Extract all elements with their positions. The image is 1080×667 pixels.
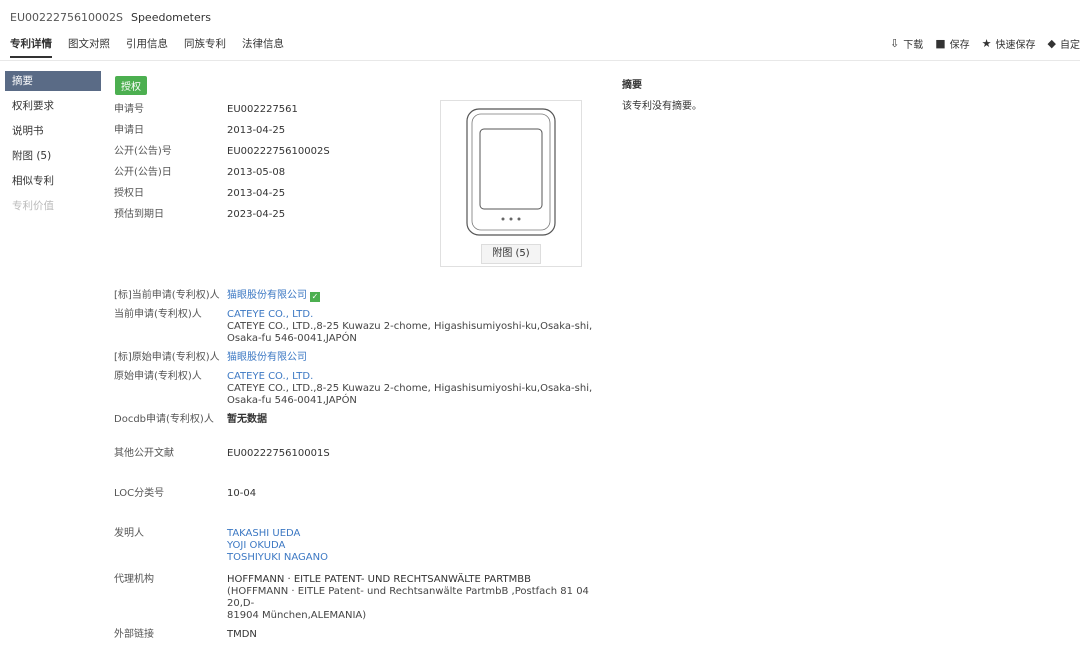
current-applicant-address: CATEYE CO., LTD.,8-25 Kuwazu 2-chome, Hi… — [227, 321, 593, 332]
abstract-text: 该专利没有摘要。 — [622, 101, 702, 112]
docdb-applicant-row: Docdb申请(专利权)人 暂无数据 — [114, 414, 594, 426]
field-label: 申请日 — [114, 125, 144, 136]
sidebar-item-similar-patents[interactable]: 相似专利 — [5, 171, 101, 196]
std-current-applicant-row: [标]当前申请(专利权)人 猫眼股份有限公司 ✓ — [114, 290, 594, 302]
field-value: 2013-05-08 — [227, 167, 286, 178]
external-link[interactable]: TMDN — [227, 629, 257, 641]
other-publication-row: 其他公开文献 EU0022275610001S — [114, 448, 594, 460]
figures-button[interactable]: 附图 (5) — [481, 244, 541, 264]
field-label: 申请号 — [114, 104, 144, 115]
page-title: EU0022275610002S Speedometers — [10, 11, 211, 24]
field-label: Docdb申请(专利权)人 — [114, 414, 214, 425]
original-applicant-link[interactable]: CATEYE CO., LTD. — [227, 371, 592, 383]
parties-section: [标]当前申请(专利权)人 猫眼股份有限公司 ✓ 当前申请(专利权)人 CATEY… — [114, 290, 594, 648]
field-label: 公开(公告)日 — [114, 167, 172, 178]
field-value: 2023-04-25 — [227, 209, 286, 220]
original-applicant-address: Osaka-fu 546-0041,JAPÓN — [227, 395, 357, 406]
agency-row: 代理机构 HOFFMANN · EITLE PATENT- UND RECHTS… — [114, 574, 594, 622]
field-label: LOC分类号 — [114, 488, 165, 499]
field-row: 公开(公告)日 2013-05-08 — [114, 162, 330, 183]
std-original-applicant-link[interactable]: 猫眼股份有限公司 — [227, 352, 307, 363]
status-badge: 授权 — [115, 76, 147, 95]
field-row: 预估到期日 2023-04-25 — [114, 204, 330, 225]
agency-address: 81904 München,ALEMANIA) — [227, 610, 367, 621]
original-applicant-row: 原始申请(专利权)人 CATEYE CO., LTD. CATEYE CO., … — [114, 371, 594, 407]
field-row: 公开(公告)号 EU0022275610002S — [114, 141, 330, 162]
loc-class-row: LOC分类号 10-04 — [114, 488, 594, 500]
original-applicant-address: CATEYE CO., LTD.,8-25 Kuwazu 2-chome, Hi… — [227, 383, 593, 394]
field-label: 授权日 — [114, 188, 144, 199]
figure-thumbnail[interactable]: 附图 (5) — [440, 100, 582, 267]
field-label: [标]当前申请(专利权)人 — [114, 290, 220, 301]
save-icon: ■ — [935, 37, 946, 50]
sidebar-item-patent-value: 专利价值 — [12, 200, 54, 212]
field-label: 外部链接 — [114, 629, 154, 640]
tab-patent-details[interactable]: 专利详情 — [10, 36, 52, 58]
inventor-link[interactable]: TAKASHI UEDA — [227, 528, 328, 540]
custom-label: 自定 — [1060, 40, 1080, 51]
agency-address: (HOFFMANN · EITLE Patent- und Rechtsanwä… — [227, 586, 589, 609]
sidebar-item-description[interactable]: 说明书 — [5, 121, 101, 146]
field-value: 2013-04-25 — [227, 188, 286, 199]
inventor-link[interactable]: TOSHIYUKI NAGANO — [227, 552, 328, 564]
quick-save-button[interactable]: ★ 快速保存 — [982, 36, 1036, 51]
std-current-applicant-link[interactable]: 猫眼股份有限公司 — [227, 290, 307, 301]
quick-save-label: 快速保存 — [995, 40, 1036, 51]
action-bar: ⇩ 下载 ■ 保存 ★ 快速保存 ◆ 自定 — [890, 36, 1080, 51]
field-label: 预估到期日 — [114, 209, 164, 220]
inventor-row: 发明人 TAKASHI UEDA YOJI OKUDA TOSHIYUKI NA… — [114, 528, 594, 564]
download-label: 下载 — [903, 40, 924, 51]
star-icon: ★ — [981, 37, 992, 50]
field-row: 申请日 2013-04-25 — [114, 120, 330, 141]
field-row: 申请号 EU002227561 — [114, 99, 330, 120]
field-label: 其他公开文献 — [114, 448, 174, 459]
verified-check-icon: ✓ — [310, 292, 320, 302]
top-header: EU0022275610002S Speedometers 专利详情 图文对照 引… — [0, 0, 1080, 61]
field-label: 当前申请(专利权)人 — [114, 309, 202, 320]
bibliographic-fields: 申请号 EU002227561 申请日 2013-04-25 公开(公告)号 EU00… — [114, 99, 330, 225]
sidebar: 摘要 权利要求 说明书 附图 (5) 相似专利 专利价值 — [5, 71, 101, 221]
external-link-row: 外部链接 TMDN — [114, 629, 594, 641]
patent-number: EU0022275610002S — [10, 11, 123, 24]
agency-name: HOFFMANN · EITLE PATENT- UND RECHTSANWÄL… — [227, 574, 531, 585]
other-publication-link[interactable]: EU0022275610001S — [227, 448, 330, 460]
tag-icon: ◆ — [1047, 37, 1056, 50]
download-icon: ⇩ — [890, 37, 900, 50]
field-label: 原始申请(专利权)人 — [114, 371, 202, 382]
field-label: 发明人 — [114, 528, 144, 539]
sidebar-item-claims[interactable]: 权利要求 — [5, 96, 101, 121]
tab-family-patents[interactable]: 同族专利 — [184, 36, 226, 58]
tab-bar: 专利详情 图文对照 引用信息 同族专利 法律信息 — [10, 36, 284, 58]
current-applicant-row: 当前申请(专利权)人 CATEYE CO., LTD. CATEYE CO., … — [114, 309, 594, 345]
field-value: EU002227561 — [227, 104, 298, 115]
tab-text-figure-compare[interactable]: 图文对照 — [68, 36, 110, 58]
save-button[interactable]: ■ 保存 — [935, 36, 969, 51]
save-label: 保存 — [949, 40, 970, 51]
tab-citation-info[interactable]: 引用信息 — [126, 36, 168, 58]
sidebar-item-figures[interactable]: 附图 (5) — [5, 146, 101, 171]
docdb-applicant-value: 暂无数据 — [227, 414, 267, 425]
inventor-link[interactable]: YOJI OKUDA — [227, 540, 328, 552]
loc-class-link[interactable]: 10-04 — [227, 488, 256, 500]
field-label: 代理机构 — [114, 574, 154, 585]
custom-button[interactable]: ◆ 自定 — [1048, 36, 1080, 51]
field-label: 公开(公告)号 — [114, 146, 172, 157]
std-original-applicant-row: [标]原始申请(专利权)人 猫眼股份有限公司 — [114, 352, 594, 364]
current-applicant-link[interactable]: CATEYE CO., LTD. — [227, 309, 592, 321]
field-row: 授权日 2013-04-25 — [114, 183, 330, 204]
tab-legal-info[interactable]: 法律信息 — [242, 36, 284, 58]
patent-title: Speedometers — [130, 11, 211, 24]
field-value: EU0022275610002S — [227, 146, 330, 157]
abstract-panel: 摘要 该专利没有摘要。 — [622, 76, 702, 112]
download-button[interactable]: ⇩ 下载 — [890, 36, 923, 51]
abstract-heading: 摘要 — [622, 80, 642, 91]
current-applicant-address: Osaka-fu 546-0041,JAPÓN — [227, 333, 357, 344]
speedometer-drawing — [466, 108, 556, 236]
field-label: [标]原始申请(专利权)人 — [114, 352, 220, 363]
field-value: 2013-04-25 — [227, 125, 286, 136]
sidebar-item-abstract[interactable]: 摘要 — [5, 71, 101, 91]
